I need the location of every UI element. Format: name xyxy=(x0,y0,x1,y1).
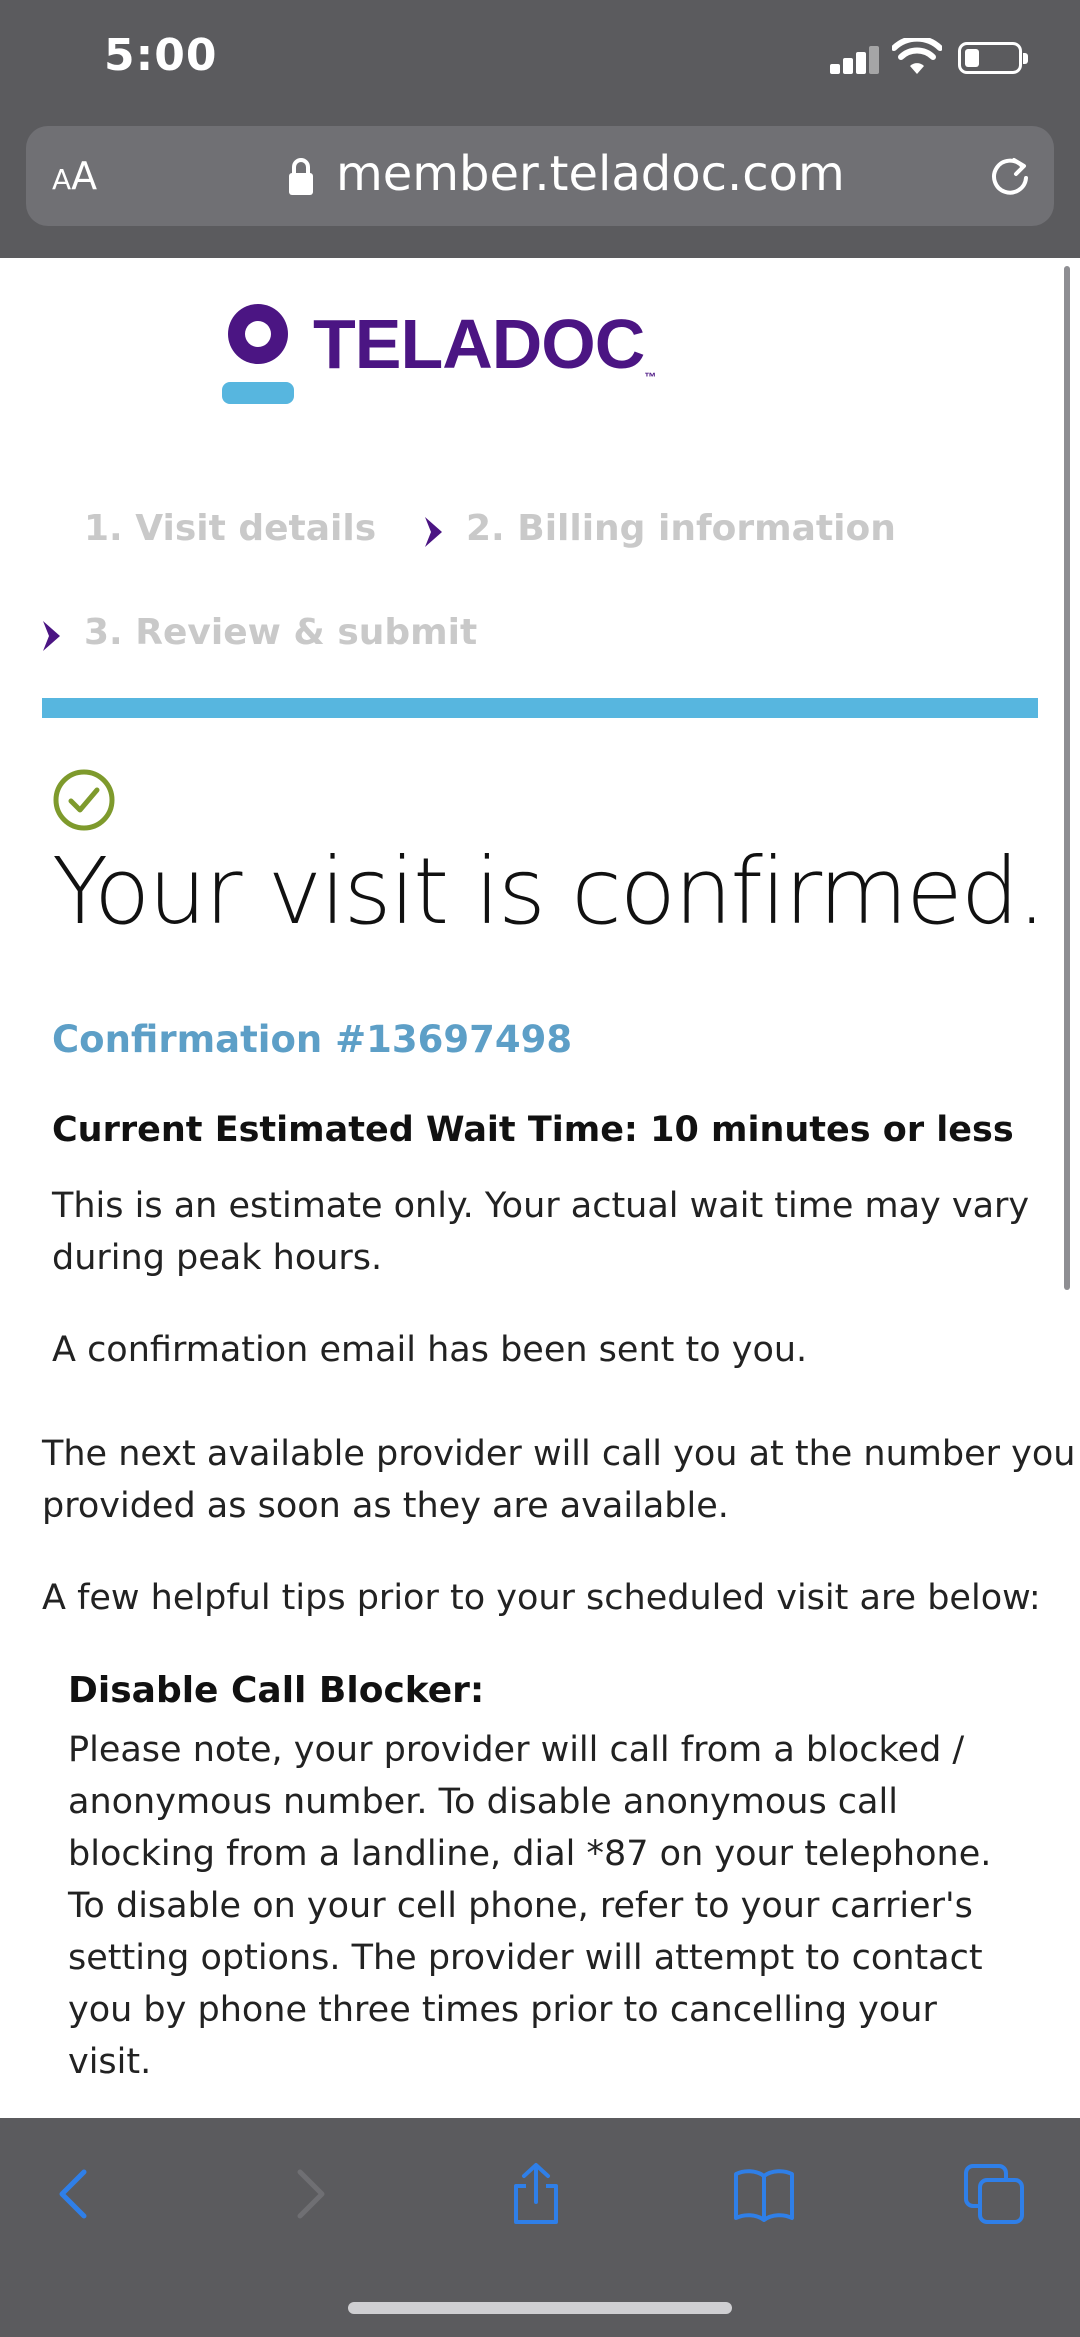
wifi-icon xyxy=(892,38,942,74)
forward-icon[interactable] xyxy=(276,2162,340,2226)
check-circle-icon xyxy=(53,769,115,831)
estimate-note: This is an estimate only. Your actual wa… xyxy=(52,1186,1030,1278)
email-note: A confirmation email has been sent to yo… xyxy=(52,1330,808,1370)
confirmation-headline: Your visit is confirmed. xyxy=(52,838,1046,945)
bookmarks-icon[interactable] xyxy=(732,2162,796,2226)
chevron-right-icon xyxy=(425,517,442,547)
scroll-indicator[interactable] xyxy=(1064,266,1070,1290)
home-indicator xyxy=(348,2302,732,2314)
estimated-wait-time: Current Estimated Wait Time: 10 minutes … xyxy=(52,1110,1014,1150)
address-bar[interactable]: AA member.teladoc.com xyxy=(26,126,1054,226)
battery-icon xyxy=(958,42,1028,74)
back-icon[interactable] xyxy=(44,2162,108,2226)
provider-call-note: The next available provider will call yo… xyxy=(42,1434,1076,1526)
step-review-submit: 3. Review & submit xyxy=(84,612,478,653)
chevron-right-icon xyxy=(43,621,60,651)
text-size-button[interactable]: AA xyxy=(52,154,97,198)
web-page: TELADOC™ 1. Visit details 2. Billing inf… xyxy=(0,258,1080,2118)
confirmation-number: Confirmation #13697498 xyxy=(52,1018,573,1061)
reload-icon[interactable] xyxy=(986,152,1034,200)
share-icon[interactable] xyxy=(504,2162,568,2226)
step-visit-details: 1. Visit details xyxy=(84,508,377,549)
tabs-icon[interactable] xyxy=(962,2162,1026,2226)
teladoc-wordmark: TELADOC™ xyxy=(313,305,656,384)
teladoc-logo-mark xyxy=(222,304,294,404)
teladoc-logo[interactable]: TELADOC™ xyxy=(218,284,668,404)
tip-title: Disable Call Blocker: xyxy=(68,1670,485,1711)
step-billing-information: 2. Billing information xyxy=(466,508,896,549)
lock-icon xyxy=(289,158,313,195)
tips-intro: A few helpful tips prior to your schedul… xyxy=(42,1578,1041,1618)
browser-top-bar: 5:00 AA member.teladoc.com xyxy=(0,0,1080,258)
url-text[interactable]: member.teladoc.com xyxy=(336,146,845,202)
step-progress-bar xyxy=(42,698,1038,718)
browser-toolbar xyxy=(0,2118,1080,2337)
cellular-signal-icon xyxy=(830,44,880,74)
tip-body: Please note, your provider will call fro… xyxy=(68,1730,992,2082)
status-time: 5:00 xyxy=(104,30,218,81)
